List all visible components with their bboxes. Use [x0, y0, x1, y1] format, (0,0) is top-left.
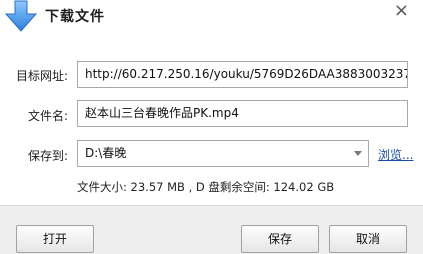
save-button[interactable]: 保存	[241, 225, 319, 253]
saveto-value: D:\春晚	[85, 146, 127, 160]
url-value: http://60.217.250.16/youku/5769D26DAA388…	[85, 67, 407, 81]
url-field[interactable]: http://60.217.250.16/youku/5769D26DAA388…	[77, 61, 408, 88]
url-label: 目标网址:	[15, 69, 68, 83]
title-bar: 下载文件 ×	[0, 0, 423, 36]
filename-label: 文件名:	[27, 109, 68, 123]
dialog-title: 下载文件	[45, 9, 105, 25]
close-icon[interactable]: ×	[394, 0, 409, 21]
filename-field[interactable]: 赵本山三台春晚作品PK.mp4	[77, 100, 408, 127]
chevron-down-icon[interactable]	[354, 151, 362, 156]
dialog-footer: 打开 保存 取消	[0, 205, 423, 254]
saveto-label: 保存到:	[27, 149, 68, 163]
open-button[interactable]: 打开	[16, 225, 94, 253]
cancel-button[interactable]: 取消	[329, 225, 407, 253]
saveto-dropdown[interactable]: D:\春晚	[77, 140, 369, 167]
filename-value: 赵本山三台春晚作品PK.mp4	[85, 106, 239, 120]
browse-link[interactable]: 浏览...	[378, 146, 413, 163]
dialog-body: 目标网址: http://60.217.250.16/youku/5769D26…	[0, 42, 423, 202]
download-arrow-icon	[4, 0, 38, 32]
size-info: 文件大小: 23.57 MB , D 盘剩余空间: 124.02 GB	[77, 180, 335, 194]
download-dialog: 下载文件 × 目标网址: http://60.217.250.16/youku/…	[0, 0, 423, 254]
